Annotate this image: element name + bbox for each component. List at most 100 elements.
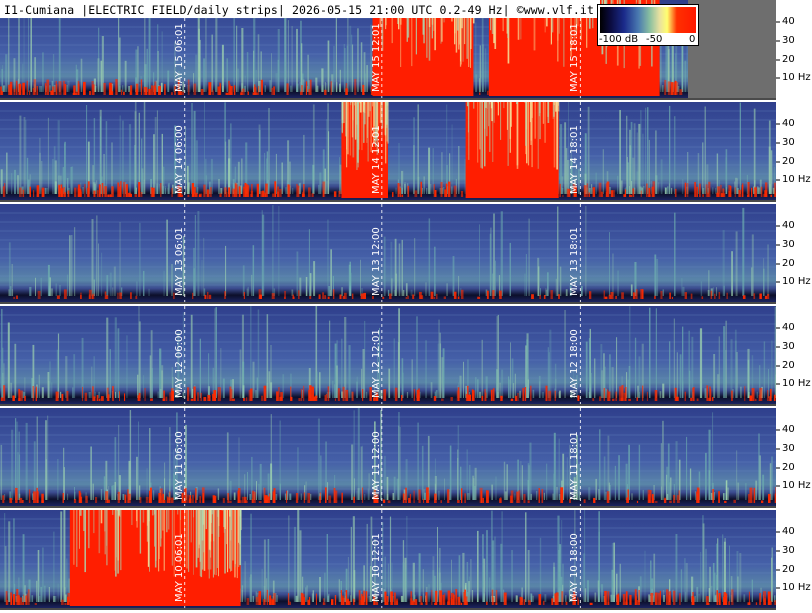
noise-spike (540, 288, 541, 296)
ground-hum (80, 295, 82, 299)
ground-hum (37, 290, 41, 299)
ground-hum (408, 497, 411, 503)
noise-spike (423, 176, 425, 194)
ground-hum (301, 388, 303, 401)
noise-spike (699, 328, 703, 398)
noise-spike (566, 457, 568, 500)
noise-spike (391, 278, 393, 296)
ground-hum (731, 390, 733, 401)
noise-spike (525, 254, 527, 296)
noise-spike (360, 259, 361, 296)
ground-hum (405, 487, 407, 503)
noise-spike (439, 332, 441, 398)
ground-hum (10, 592, 13, 605)
harmonic-band (0, 470, 776, 472)
burst-texture (205, 510, 207, 530)
ground-hum (258, 591, 261, 605)
noise-spike (631, 181, 633, 194)
noise-spike (395, 187, 397, 194)
ground-hum (289, 601, 291, 605)
noise-spike (7, 322, 10, 398)
noise-spike (17, 175, 19, 194)
noise-spike (421, 445, 424, 500)
ground-hum (630, 194, 632, 197)
ground-hum (751, 187, 753, 197)
strip-divider (0, 506, 776, 508)
ground-hum (338, 190, 341, 197)
ground-hum (119, 391, 120, 401)
burst-texture (118, 510, 120, 512)
ground-hum (362, 389, 364, 401)
ground-hum (265, 495, 268, 503)
burst-texture (120, 510, 122, 571)
noise-spike (555, 278, 557, 296)
y-tick-label: 10 Hz (782, 582, 811, 593)
ground-hum (286, 83, 289, 95)
ground-hum (238, 186, 241, 197)
ground-hum (351, 293, 354, 299)
ground-hum (241, 496, 244, 503)
noise-spike (501, 511, 503, 602)
ground-hum (538, 488, 540, 503)
ground-hum (648, 187, 651, 197)
ground-hum (559, 183, 561, 197)
noise-spike (156, 183, 159, 194)
ground-hum (32, 386, 34, 401)
noise-spike (279, 420, 281, 500)
ground-hum (298, 290, 300, 299)
noise-spike (225, 245, 227, 296)
noise-spike (190, 314, 193, 398)
noise-spike (8, 590, 10, 602)
noise-spike (638, 444, 641, 500)
noise-spike (244, 474, 246, 500)
ground-hum (594, 499, 596, 503)
ground-hum (61, 393, 64, 401)
noise-spike (256, 377, 258, 398)
ground-hum (278, 188, 282, 197)
noise-spike (514, 373, 516, 398)
noise-spike (524, 273, 526, 296)
noise-spike (641, 187, 643, 194)
noise-spike (675, 534, 678, 602)
time-marker-label: MAY 14 18:01 (569, 125, 581, 194)
ground-hum (333, 289, 335, 299)
ground-hum (203, 397, 207, 401)
ground-hum (716, 192, 719, 197)
noise-spike (88, 392, 91, 398)
ground-hum (468, 394, 472, 401)
ground-hum (363, 292, 366, 299)
noise-spike (417, 422, 419, 500)
noise-spike (278, 206, 280, 296)
ground-hum (530, 385, 532, 401)
ground-hum (726, 593, 728, 605)
ground-hum (394, 387, 398, 401)
y-tick-label: 10 Hz (782, 72, 811, 83)
ground-hum (423, 498, 425, 503)
ground-hum (206, 189, 210, 197)
ground-hum (24, 395, 26, 401)
noise-spike (290, 85, 292, 92)
ground-hum (716, 590, 718, 605)
noise-spike (712, 187, 714, 194)
noise-spike (588, 338, 591, 398)
noise-spike (702, 187, 704, 194)
ground-hum (461, 488, 463, 503)
ground-hum (375, 499, 379, 503)
burst-texture (88, 510, 90, 549)
strip-background (0, 204, 776, 302)
burst-texture (154, 510, 155, 547)
noise-spike (386, 493, 389, 500)
noise-spike (237, 68, 239, 92)
ground-hum (284, 296, 286, 299)
noise-spike (544, 594, 547, 602)
ground-hum (41, 500, 44, 503)
ground-hum (642, 385, 644, 401)
ground-hum (345, 389, 349, 401)
noise-spike (356, 381, 358, 398)
ground-hum (219, 194, 221, 197)
ground-hum (247, 91, 249, 95)
noise-spike (224, 141, 227, 194)
noise-spike (406, 392, 409, 398)
ground-hum (246, 397, 248, 401)
ground-hum (414, 190, 418, 197)
